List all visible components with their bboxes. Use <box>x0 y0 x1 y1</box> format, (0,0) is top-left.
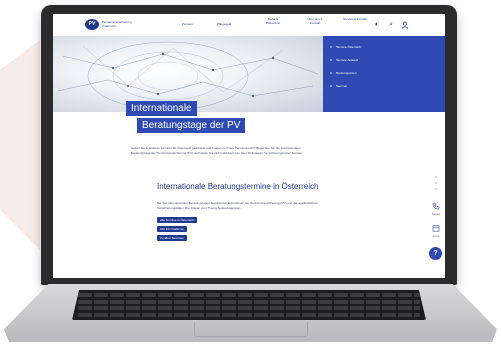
nav-item-pension[interactable]: Pension <box>182 22 193 27</box>
side-tool-label-kontakt: Kontakt <box>431 213 441 216</box>
scroll-dot <box>435 176 437 178</box>
section-heading: Internationale Beratungstermine in Öster… <box>157 182 319 191</box>
button-zu-allen-terminen[interactable]: Zu allen Terminen <box>157 235 187 241</box>
contrast-icon[interactable]: ◐ <box>373 21 381 29</box>
sub-nav-item-beratungsorte[interactable]: Beratungsorten <box>336 71 357 75</box>
calendar-icon[interactable] <box>431 224 441 234</box>
page-title-line-2: Beratungstage der PV <box>137 118 246 133</box>
key-row <box>78 299 420 304</box>
laptop-keyboard <box>72 290 426 320</box>
nav-item-pflegegeld[interactable]: Pflegegeld <box>217 22 231 27</box>
phone-icon[interactable] <box>431 202 441 212</box>
bullet-icon <box>330 46 332 48</box>
search-icon[interactable]: ⌕ <box>387 21 395 29</box>
sub-nav-item-seminar[interactable]: Seminar <box>336 84 347 88</box>
site-header: PV Pensionsversicherung Österreich Pensi… <box>53 14 445 37</box>
nav-item-reha[interactable]: Reha & Prävention <box>261 17 285 25</box>
key-row <box>78 293 420 298</box>
bullet-icon <box>330 59 332 61</box>
bullet-icon <box>330 72 332 74</box>
user-icon[interactable] <box>401 21 409 29</box>
logo-text: Pensionsversicherung Österreich <box>102 20 132 28</box>
button-alle-informationen[interactable]: Alle Informationen <box>157 226 188 232</box>
nav-item-service[interactable]: Service & Kontakt <box>343 17 367 22</box>
help-icon[interactable]: ? <box>429 247 442 260</box>
sub-navigation: Termine Österreich Termine Ausland Berat… <box>323 36 445 112</box>
nav-item-ueber-uns[interactable]: Über uns & Kontakt <box>303 17 327 25</box>
pv-logo[interactable]: PV <box>85 19 99 30</box>
scroll-dot <box>435 188 437 190</box>
button-alle-termine[interactable]: Alle Termine in Österreich <box>157 217 198 223</box>
sub-nav-item-oesterreich[interactable]: Termine Österreich <box>336 45 361 49</box>
laptop-trackpad <box>194 322 308 337</box>
logo-text-line-2: Österreich <box>102 24 116 28</box>
laptop-screen: PV Pensionsversicherung Österreich Pensi… <box>53 14 445 278</box>
intro-text: Haben Sie in anderen Ländern als Österre… <box>131 146 303 155</box>
section-text: Bei den Internationalen Beratungstagen b… <box>157 201 318 210</box>
side-tool-label-termin: Termin <box>432 235 440 238</box>
scroll-dot <box>435 182 437 184</box>
sub-nav-item-ausland[interactable]: Termine Ausland <box>336 58 358 62</box>
key-row <box>78 312 420 317</box>
bullet-icon <box>330 85 332 87</box>
page-title-line-1: Internationale <box>126 101 197 116</box>
key-row <box>78 306 420 311</box>
